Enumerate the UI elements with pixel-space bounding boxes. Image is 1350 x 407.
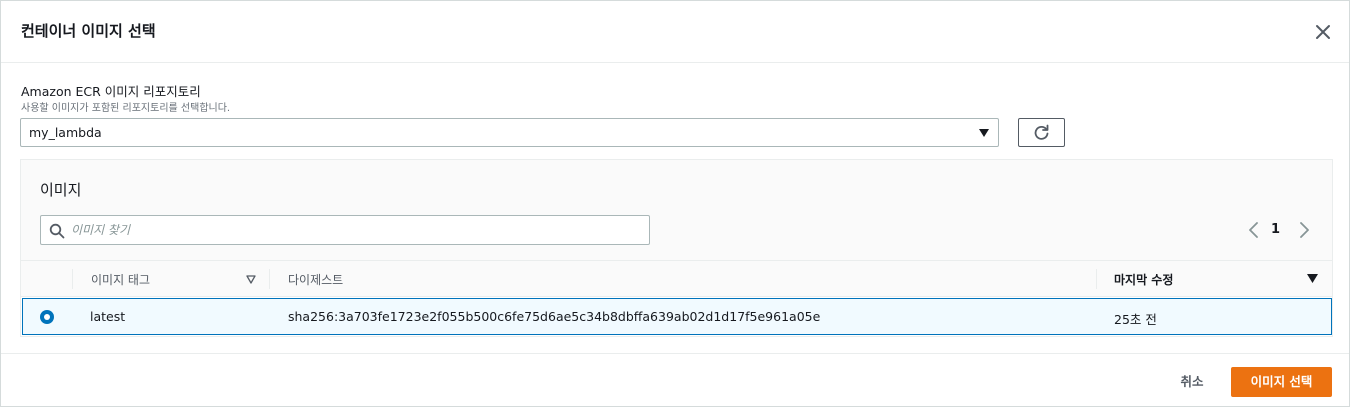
- caret-down-icon: [979, 129, 989, 137]
- sort-descending-icon[interactable]: [1307, 274, 1318, 284]
- repository-select[interactable]: my_lambda: [20, 118, 999, 147]
- cell-image-tag: latest: [90, 309, 126, 324]
- cell-last-modified: 25초 전: [1114, 312, 1157, 327]
- close-icon[interactable]: [1312, 21, 1334, 43]
- next-page-icon[interactable]: [1297, 222, 1311, 238]
- images-panel: 이미지 1 이미지 태그: [20, 159, 1333, 337]
- cell-digest: sha256:3a703fe1723e2f055b500c6fe75d6ae5c…: [288, 309, 821, 324]
- refresh-button[interactable]: [1018, 118, 1065, 147]
- sort-down-icon[interactable]: [246, 275, 256, 284]
- column-header-tag[interactable]: 이미지 태그: [91, 271, 150, 288]
- select-image-button[interactable]: 이미지 선택: [1231, 367, 1332, 397]
- column-divider: [72, 269, 73, 289]
- column-divider: [1096, 269, 1097, 289]
- dialog-title: 컨테이너 이미지 선택: [21, 22, 156, 40]
- repository-label: Amazon ECR 이미지 리포지토리: [21, 84, 201, 99]
- repository-select-value: my_lambda: [29, 125, 102, 140]
- page-number[interactable]: 1: [1271, 222, 1280, 237]
- column-divider: [269, 269, 270, 289]
- select-container-image-dialog: 컨테이너 이미지 선택 Amazon ECR 이미지 리포지토리 사용할 이미지…: [0, 0, 1350, 407]
- column-header-modified[interactable]: 마지막 수정: [1114, 271, 1173, 288]
- repository-description: 사용할 이미지가 포함된 리포지토리를 선택합니다.: [21, 103, 231, 114]
- row-radio-selected[interactable]: [40, 310, 54, 324]
- dialog-footer: 취소 이미지 선택: [1, 353, 1349, 407]
- dialog-header: 컨테이너 이미지 선택: [1, 1, 1349, 63]
- image-search-input[interactable]: [71, 220, 641, 240]
- search-icon: [49, 223, 65, 239]
- image-search: [40, 215, 650, 245]
- cancel-button[interactable]: 취소: [1169, 367, 1215, 396]
- table-row[interactable]: latest sha256:3a703fe1723e2f055b500c6fe7…: [22, 298, 1332, 335]
- previous-page-icon[interactable]: [1247, 222, 1261, 238]
- table-header: 이미지 태그 다이제스트 마지막 수정: [21, 261, 1332, 297]
- column-header-digest[interactable]: 다이제스트: [288, 271, 343, 288]
- images-panel-header: 이미지 1: [21, 160, 1332, 261]
- refresh-icon: [1034, 124, 1049, 140]
- images-title: 이미지: [40, 181, 82, 199]
